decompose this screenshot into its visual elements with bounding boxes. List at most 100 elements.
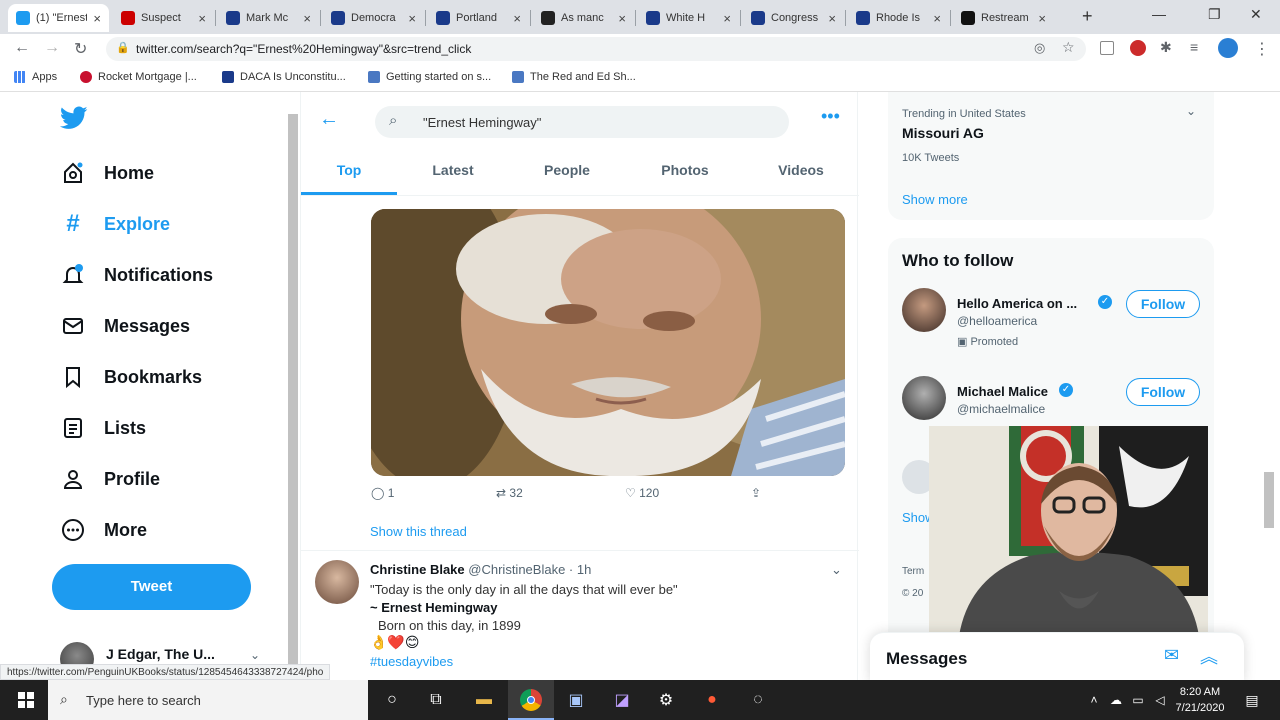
address-bar[interactable]: 🔒 twitter.com/search?q="Ernest%20Hemingw… [106, 37, 1086, 61]
chevron-up-icon[interactable]: ︽ [1200, 643, 1218, 669]
browser-tab[interactable]: Democra × [323, 4, 424, 32]
tweet-time[interactable]: · 1h [569, 562, 591, 577]
twitter-logo-icon[interactable] [59, 106, 88, 135]
browser-tab[interactable]: Congress × [743, 4, 844, 32]
follow-avatar[interactable] [902, 288, 946, 332]
like-button[interactable]: ♡ 120 [625, 486, 659, 500]
reading-list-icon[interactable]: ≡ [1190, 39, 1198, 55]
sidebar-item-home[interactable]: Home [60, 160, 154, 186]
more-options-icon[interactable]: ••• [821, 106, 840, 127]
search-input[interactable]: ⌕ "Ernest Hemingway" [375, 106, 789, 138]
tweet-author-handle[interactable]: @ChristineBlake [468, 562, 565, 577]
close-window-icon[interactable]: ✕ [1250, 6, 1262, 23]
tab-people[interactable]: People [519, 162, 615, 178]
chevron-up-icon[interactable]: ˄ [1082, 688, 1106, 712]
browser-tab[interactable]: Portland × [428, 4, 529, 32]
tweet-author-name[interactable]: Christine Blake [370, 562, 465, 577]
reload-icon[interactable]: ↻ [74, 39, 87, 59]
browser-tab[interactable]: Mark Mc × [218, 4, 319, 32]
tab-close-icon[interactable]: × [723, 11, 731, 26]
chrome-taskbar-button[interactable] [508, 680, 554, 720]
browser-tab[interactable]: White H × [638, 4, 739, 32]
app-red-icon[interactable]: ● [700, 688, 724, 712]
tab-videos[interactable]: Videos [753, 162, 849, 178]
app-chat-icon[interactable]: ◪ [610, 688, 634, 712]
star-icon[interactable]: ☆ [1062, 39, 1075, 56]
tab-top[interactable]: Top [301, 162, 397, 178]
bookmark-apps[interactable]: Apps [14, 71, 57, 83]
browser-tab[interactable]: Suspect × [113, 4, 214, 32]
tab-photos[interactable]: Photos [637, 162, 733, 178]
minimize-icon[interactable]: — [1152, 6, 1166, 22]
bookmark-getting-started[interactable]: Getting started on s... [368, 71, 491, 83]
tweet-hashtag-link[interactable]: #tuesdayvibes [370, 654, 453, 669]
tab-close-icon[interactable]: × [408, 11, 416, 26]
taskbar-search-box[interactable]: ⌕ Type here to search [48, 680, 368, 720]
tab-latest[interactable]: Latest [405, 162, 501, 178]
sidebar-item-lists[interactable]: Lists [60, 415, 146, 441]
system-clock[interactable]: 8:20 AM 7/21/2020 [1170, 684, 1230, 716]
extension-icon[interactable] [1100, 41, 1114, 55]
tab-close-icon[interactable]: × [303, 11, 311, 26]
target-icon[interactable]: ◎ [1034, 40, 1045, 56]
follow-avatar[interactable] [902, 376, 946, 420]
browser-tab[interactable]: (1) "Ernest × [8, 4, 109, 32]
tab-close-icon[interactable]: × [198, 11, 206, 26]
network-icon[interactable]: ☁ [1104, 688, 1128, 712]
tweet-menu-chevron-icon[interactable]: ⌄ [831, 562, 842, 578]
sidebar-item-notifications[interactable]: Notifications [60, 262, 213, 288]
windows-start-icon[interactable] [14, 688, 38, 712]
app-circle-icon[interactable]: ◌ [746, 688, 770, 712]
battery-icon[interactable]: ▭ [1126, 688, 1150, 712]
browser-tab[interactable]: As manc × [533, 4, 634, 32]
tweet-author-avatar[interactable] [315, 560, 359, 604]
follow-name[interactable]: Michael Malice [957, 384, 1048, 399]
cortana-icon[interactable]: ○ [380, 688, 404, 712]
footer-terms-link[interactable]: Term [902, 566, 924, 577]
sidebar-item-messages[interactable]: Messages [60, 313, 190, 339]
sidebar-item-bookmarks[interactable]: Bookmarks [60, 364, 202, 390]
sidebar-item-profile[interactable]: Profile [60, 466, 160, 492]
show-thread-link[interactable]: Show this thread [370, 524, 467, 539]
sidebar-scrollbar[interactable] [288, 114, 298, 674]
follow-button[interactable]: Follow [1126, 378, 1200, 406]
messages-drawer[interactable]: Messages ✉ ︽ [870, 632, 1244, 680]
tab-close-icon[interactable]: × [93, 11, 101, 26]
sidebar-item-more[interactable]: More [60, 517, 147, 543]
bookmark-rocket-mortgage[interactable]: Rocket Mortgage |... [80, 71, 197, 83]
follow-name[interactable]: Hello America on ... [957, 296, 1077, 311]
settings-gear-icon[interactable]: ⚙ [654, 688, 678, 712]
back-arrow-icon[interactable]: ← [319, 108, 339, 131]
bookmark-red-and-ed[interactable]: The Red and Ed Sh... [512, 71, 636, 83]
notification-center-icon[interactable]: ▤ [1240, 688, 1264, 712]
puzzle-icon[interactable]: ✱ [1160, 39, 1172, 56]
browser-tab[interactable]: Rhode Is × [848, 4, 949, 32]
forward-icon[interactable]: → [44, 39, 60, 57]
file-explorer-icon[interactable]: ▬ [472, 688, 496, 712]
maximize-icon[interactable]: ❐ [1208, 6, 1221, 23]
new-tab-icon[interactable]: + [1082, 6, 1093, 27]
show-more-link[interactable]: Show more [902, 192, 968, 207]
browser-tab[interactable]: Restream × [953, 4, 1054, 32]
tab-close-icon[interactable]: × [933, 11, 941, 26]
chevron-down-icon[interactable]: ⌄ [1186, 104, 1196, 118]
back-icon[interactable]: ← [14, 39, 30, 57]
app-window-icon[interactable]: ▣ [564, 688, 588, 712]
tweet-photo[interactable] [371, 209, 845, 476]
volume-icon[interactable]: ◁ [1148, 688, 1172, 712]
page-scrollbar[interactable] [1264, 472, 1274, 528]
trend-topic[interactable]: Missouri AG [902, 125, 984, 141]
bookmark-daca[interactable]: DACA Is Unconstitu... [222, 71, 346, 83]
reply-button[interactable]: ◯ 1 [371, 486, 394, 500]
tab-close-icon[interactable]: × [1038, 11, 1046, 26]
task-view-icon[interactable]: ⧉ [424, 688, 448, 712]
follow-button[interactable]: Follow [1126, 290, 1200, 318]
sidebar-item-explore[interactable]: # Explore [60, 210, 170, 237]
tab-close-icon[interactable]: × [513, 11, 521, 26]
extension-badge-icon[interactable] [1130, 40, 1146, 56]
profile-avatar-icon[interactable] [1218, 38, 1238, 58]
menu-icon[interactable]: ⋮ [1254, 39, 1270, 59]
retweet-button[interactable]: ⇄ 32 [496, 486, 523, 500]
tweet-button[interactable]: Tweet [52, 564, 251, 610]
new-message-icon[interactable]: ✉ [1164, 645, 1179, 666]
